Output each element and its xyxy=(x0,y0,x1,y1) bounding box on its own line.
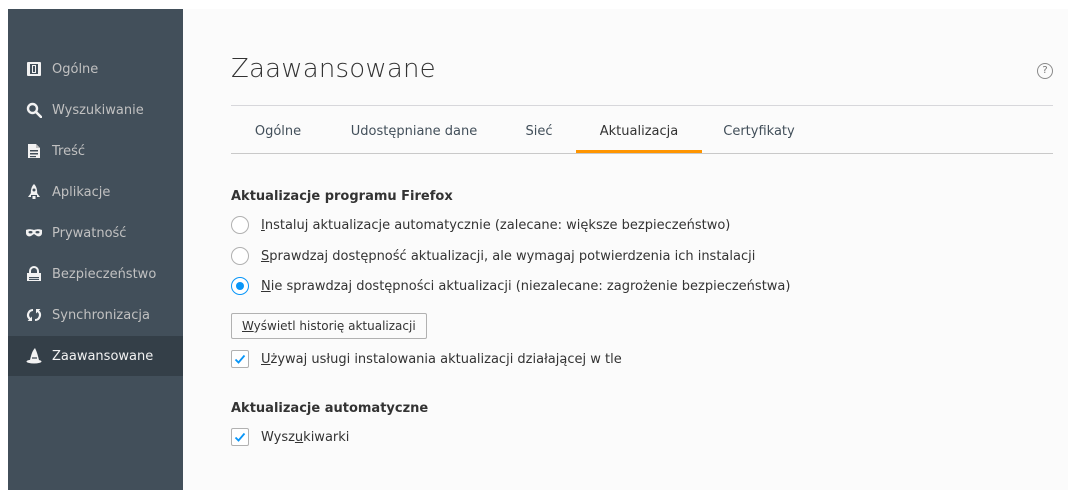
tab-certyfikaty[interactable]: Certyfikaty xyxy=(702,117,816,150)
sidebar-item-ogolne[interactable]: Ogólne xyxy=(8,49,183,89)
sync-icon xyxy=(25,306,43,324)
radio-label: Instaluj aktualizacje automatycznie (zal… xyxy=(261,217,731,233)
sidebar-item-bezpieczenstwo[interactable]: Bezpieczeństwo xyxy=(8,254,183,294)
sidebar-item-label: Zaawansowane xyxy=(52,348,154,364)
sidebar-item-label: Synchronizacja xyxy=(52,307,150,323)
page-title: Zaawansowane xyxy=(231,54,436,84)
sidebar-item-label: Prywatność xyxy=(52,225,127,241)
radio-label: Sprawdzaj dostępność aktualizacji, ale w… xyxy=(261,248,756,264)
sidebar-item-tresc[interactable]: Treść xyxy=(8,131,183,171)
sidebar-item-zaawansowane[interactable]: Zaawansowane xyxy=(8,336,183,376)
sidebar-item-prywatnosc[interactable]: Prywatność xyxy=(8,213,183,253)
tab-aktualizacja[interactable]: Aktualizacja xyxy=(576,117,702,153)
tab-ogolne[interactable]: Ogólne xyxy=(231,117,325,150)
document-icon xyxy=(25,142,43,160)
checkbox-background-service[interactable]: Używaj usługi instalowania aktualizacji … xyxy=(231,348,622,370)
sidebar-item-label: Bezpieczeństwo xyxy=(52,266,157,282)
checkbox[interactable] xyxy=(231,428,249,446)
main-panel: Zaawansowane ? Ogólne Udostępniane dane … xyxy=(183,9,1068,490)
lock-icon xyxy=(25,265,43,283)
help-icon[interactable]: ? xyxy=(1037,63,1053,79)
sidebar-item-label: Ogólne xyxy=(52,61,99,77)
radio-option-check-ask[interactable]: Sprawdzaj dostępność aktualizacji, ale w… xyxy=(231,245,755,267)
checkmark-icon xyxy=(234,432,246,442)
tab-siec[interactable]: Sieć xyxy=(503,117,575,150)
radio-button[interactable] xyxy=(231,247,249,265)
sidebar: Ogólne Wyszukiwanie Treść Aplikacje Pryw… xyxy=(8,9,183,490)
radio-option-never-check[interactable]: Nie sprawdzaj dostępności aktualizacji (… xyxy=(231,275,790,297)
title-divider xyxy=(231,105,1053,106)
section-title-firefox-updates: Aktualizacje programu Firefox xyxy=(231,189,453,204)
checkbox[interactable] xyxy=(231,350,249,368)
sidebar-item-wyszukiwanie[interactable]: Wyszukiwanie xyxy=(8,90,183,130)
tab-bar: Ogólne Udostępniane dane Sieć Aktualizac… xyxy=(231,117,1053,154)
general-icon xyxy=(25,60,43,78)
section-title-auto-updates: Aktualizacje automatyczne xyxy=(231,401,429,416)
radio-button-checked[interactable] xyxy=(231,277,249,295)
search-icon xyxy=(25,101,43,119)
tab-udostepniane-dane[interactable]: Udostępniane dane xyxy=(325,117,503,150)
checkbox-label: Wyszukiwarki xyxy=(261,429,350,445)
radio-label: Nie sprawdzaj dostępności aktualizacji (… xyxy=(261,278,791,294)
checkmark-icon xyxy=(234,354,246,364)
radio-button[interactable] xyxy=(231,216,249,234)
checkbox-label: Używaj usługi instalowania aktualizacji … xyxy=(261,351,622,367)
mask-icon xyxy=(25,224,43,242)
sidebar-item-label: Wyszukiwanie xyxy=(52,102,144,118)
radio-option-auto-install[interactable]: Instaluj aktualizacje automatycznie (zal… xyxy=(231,214,730,236)
rocket-icon xyxy=(25,183,43,201)
sidebar-item-synchronizacja[interactable]: Synchronizacja xyxy=(8,295,183,335)
sidebar-item-label: Aplikacje xyxy=(52,184,111,200)
sidebar-item-aplikacje[interactable]: Aplikacje xyxy=(8,172,183,212)
checkbox-search-engines[interactable]: Wyszukiwarki xyxy=(231,426,349,448)
sidebar-item-label: Treść xyxy=(52,143,86,159)
show-update-history-button[interactable]: Wyświetl historię aktualizacji xyxy=(231,313,427,339)
wizard-hat-icon xyxy=(25,347,43,365)
